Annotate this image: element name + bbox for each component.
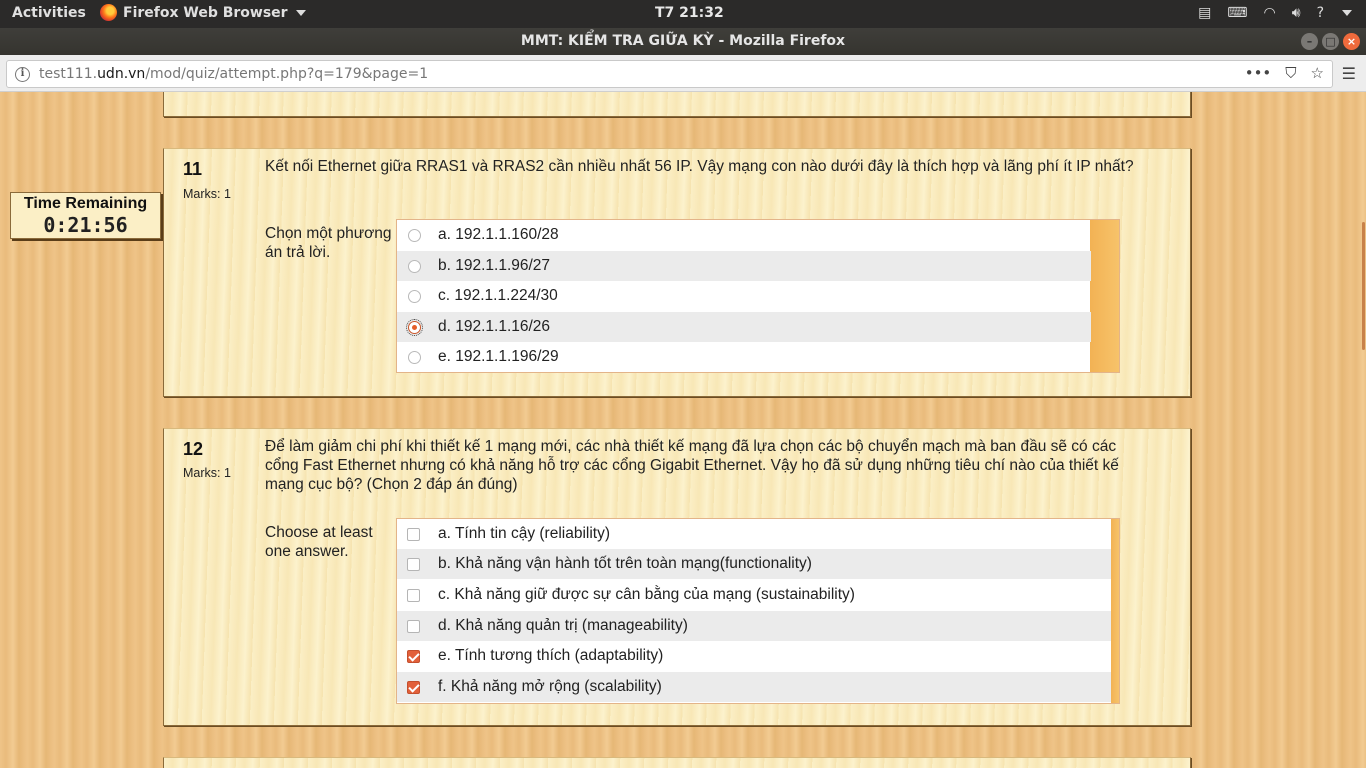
page-scrollbar[interactable] [1360, 92, 1366, 768]
answer-option[interactable]: d. Khả năng quản trị (manageability) [397, 611, 1111, 641]
window-controls: – □ × [1301, 33, 1360, 50]
bookmark-star-icon[interactable]: ☆ [1311, 64, 1324, 82]
checkbox[interactable] [407, 589, 420, 602]
close-button[interactable]: × [1343, 33, 1360, 50]
radio-button[interactable] [408, 351, 421, 364]
answer-option[interactable]: b. Khả năng vận hành tốt trên toàn mạng(… [397, 549, 1111, 579]
page-actions-icon[interactable]: ••• [1245, 64, 1272, 82]
notes-icon[interactable]: ▤ [1198, 4, 1211, 22]
radio-button-selected[interactable] [406, 319, 423, 336]
activities-button[interactable]: Activities [12, 5, 86, 21]
answer-option[interactable]: e. 192.1.1.196/29 [397, 342, 1091, 372]
question-marks: Marks: 1 [183, 187, 231, 201]
help-icon[interactable]: ? [1317, 4, 1324, 22]
answer-list: a. Tính tin cậy (reliability) b. Khả năn… [396, 518, 1120, 704]
timer-value: 0:21:56 [43, 213, 128, 237]
url-bar[interactable]: i test111.udn.vn/mod/quiz/attempt.php?q=… [6, 60, 1333, 88]
system-menu-chevron-icon[interactable] [1342, 10, 1352, 16]
clock[interactable]: T7 21:32 [655, 5, 724, 21]
window-title-bar: MMT: KIỂM TRA GIỮA KỲ - Mozilla Firefox … [0, 28, 1366, 55]
question-number: 11 [183, 159, 203, 179]
browser-navbar: i test111.udn.vn/mod/quiz/attempt.php?q=… [0, 55, 1366, 92]
answer-option[interactable]: b. 192.1.1.96/27 [397, 251, 1091, 281]
time-remaining-box: Time Remaining 0:21:56 [10, 192, 161, 239]
system-tray[interactable]: ▤ ⌨ ◠ 🔊︎ ? [1198, 4, 1352, 22]
maximize-button[interactable]: □ [1322, 33, 1339, 50]
question-card-12: 12 Marks: 1 Để làm giảm chi phí khi thiế… [163, 428, 1191, 726]
firefox-icon [100, 4, 117, 21]
keyboard-icon[interactable]: ⌨ [1227, 4, 1247, 22]
checkbox-checked[interactable] [407, 650, 420, 663]
app-menu[interactable]: Firefox Web Browser [100, 4, 306, 21]
answer-label[interactable]: d. 192.1.1.16/26 [438, 318, 550, 336]
question-text: Kết nối Ethernet giữa RRAS1 và RRAS2 cần… [265, 158, 1134, 175]
chevron-down-icon [295, 9, 306, 16]
checkbox[interactable] [407, 528, 420, 541]
answer-list-edge [1090, 220, 1119, 372]
checkbox[interactable] [407, 620, 420, 633]
radio-button[interactable] [408, 290, 421, 303]
answer-option-selected[interactable]: f. Khả năng mở rộng (scalability) [397, 672, 1111, 702]
answer-label[interactable]: d. Khả năng quản trị (manageability) [438, 617, 688, 635]
answer-option-selected[interactable]: d. 192.1.1.16/26 [397, 312, 1091, 342]
question-text: Để làm giảm chi phí khi thiết kế 1 mạng … [265, 438, 1119, 493]
question-card-previous [163, 92, 1191, 117]
radio-button[interactable] [408, 260, 421, 273]
url-path: /mod/quiz/attempt.php?q=179&page=1 [145, 66, 429, 82]
answer-option[interactable]: c. Khả năng giữ được sự cân bằng của mạn… [397, 580, 1111, 610]
answer-list-edge [1111, 519, 1119, 703]
checkbox-checked[interactable] [407, 681, 420, 694]
info-icon[interactable]: i [15, 67, 30, 82]
timer-label: Time Remaining [23, 195, 148, 212]
system-top-bar: Activities Firefox Web Browser T7 21:32 … [0, 0, 1366, 28]
question-number: 12 [183, 439, 204, 459]
window-title: MMT: KIỂM TRA GIỮA KỲ - Mozilla Firefox [520, 33, 846, 49]
answer-label[interactable]: c. 192.1.1.224/30 [438, 287, 558, 305]
scrollbar-thumb[interactable] [1362, 222, 1365, 350]
url-text[interactable]: test111.udn.vn/mod/quiz/attempt.php?q=17… [39, 66, 428, 82]
question-card-11: 11 Marks: 1 Kết nối Ethernet giữa RRAS1 … [163, 148, 1191, 397]
answer-option[interactable]: a. 192.1.1.160/28 [397, 220, 1091, 250]
answer-label[interactable]: a. 192.1.1.160/28 [438, 226, 559, 244]
answer-label[interactable]: e. Tính tương thích (adaptability) [438, 647, 663, 665]
url-actions: ••• ⛉ ☆ [1245, 64, 1324, 82]
hamburger-menu-icon[interactable]: ☰ [1342, 64, 1356, 83]
answer-option[interactable]: c. 192.1.1.224/30 [397, 281, 1091, 311]
radio-button[interactable] [408, 229, 421, 242]
question-card-next [163, 757, 1191, 768]
answer-label[interactable]: c. Khả năng giữ được sự cân bằng của mạn… [438, 586, 855, 604]
volume-icon[interactable]: 🔊︎ [1292, 4, 1301, 22]
answer-label[interactable]: a. Tính tin cậy (reliability) [438, 525, 610, 543]
answer-list: a. 192.1.1.160/28 b. 192.1.1.96/27 c. 19… [396, 219, 1120, 373]
app-menu-label: Firefox Web Browser [123, 4, 288, 21]
question-marks: Marks: 1 [183, 466, 231, 480]
answer-label[interactable]: f. Khả năng mở rộng (scalability) [438, 678, 662, 696]
url-host-prefix: test111. [39, 66, 98, 82]
pocket-icon[interactable]: ⛉ [1285, 64, 1296, 82]
answer-prompt: Choose at least one answer. [265, 524, 373, 560]
checkbox[interactable] [407, 558, 420, 571]
answer-label[interactable]: b. 192.1.1.96/27 [438, 257, 550, 275]
answer-label[interactable]: b. Khả năng vận hành tốt trên toàn mạng(… [438, 555, 812, 573]
answer-option-selected[interactable]: e. Tính tương thích (adaptability) [397, 641, 1111, 671]
answer-option[interactable]: a. Tính tin cậy (reliability) [397, 519, 1111, 549]
answer-label[interactable]: e. 192.1.1.196/29 [438, 348, 559, 366]
url-host-domain: udn.vn [97, 66, 146, 82]
minimize-button[interactable]: – [1301, 33, 1318, 50]
wifi-icon[interactable]: ◠ [1264, 4, 1276, 22]
answer-prompt: Chọn một phương án trả lời. [265, 225, 392, 261]
page-content: Time Remaining 0:21:56 11 Marks: 1 Kết n… [0, 92, 1366, 768]
